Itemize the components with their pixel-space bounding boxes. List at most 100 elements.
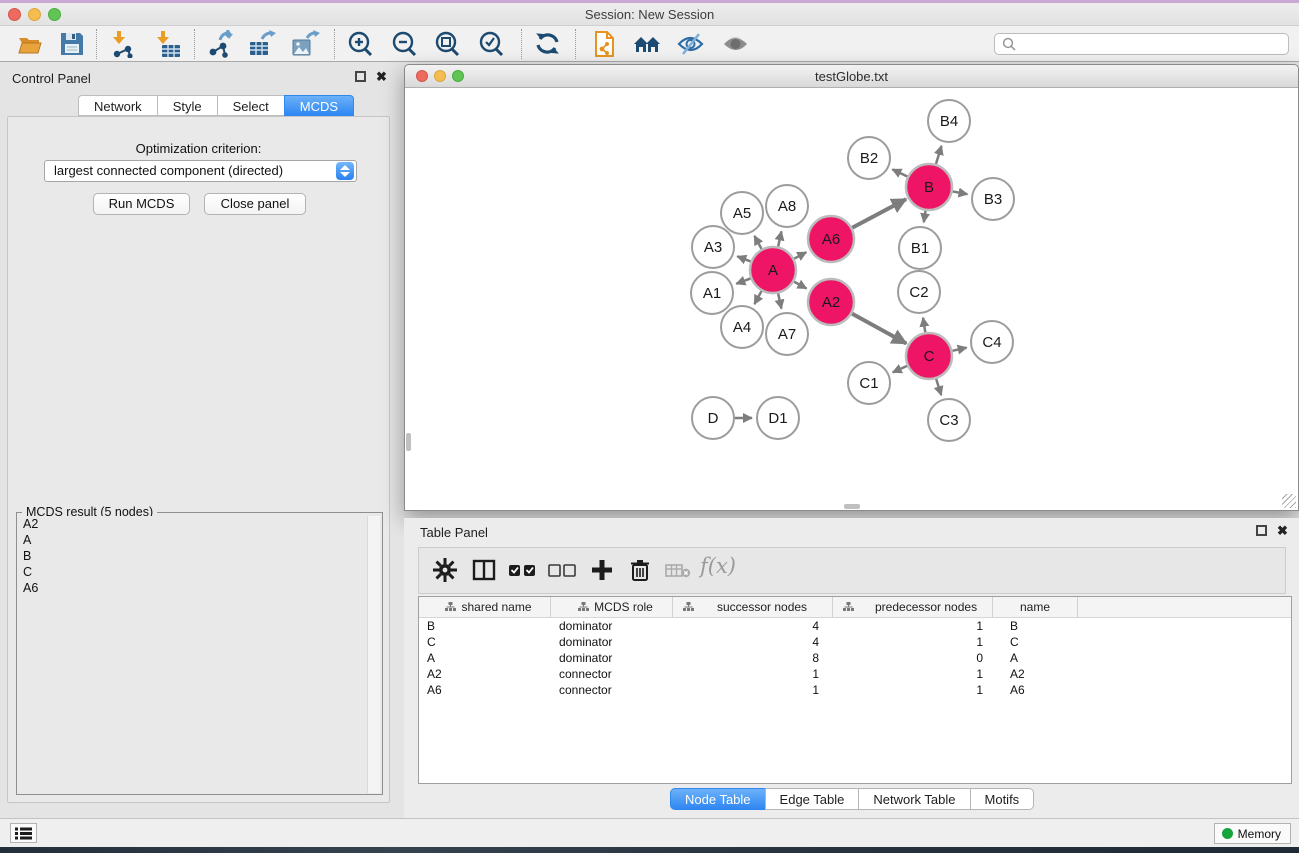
mcds-result-item[interactable]: B [19,548,369,564]
table-row[interactable]: Adominator80A [419,650,1291,666]
minimize-window-button[interactable] [28,8,41,21]
node-A5[interactable]: A5 [721,192,763,234]
edge-B-B1[interactable] [924,211,926,223]
edge-B-B3[interactable] [953,191,968,194]
show-columns-icon[interactable] [471,557,497,588]
node-C4[interactable]: C4 [971,321,1013,363]
edge-C-C3[interactable] [936,379,941,395]
hide-selection-icon[interactable] [676,30,706,58]
node-A2[interactable]: A2 [808,279,854,325]
zoom-window-button[interactable] [48,8,61,21]
node-C1[interactable]: C1 [848,362,890,404]
window-resize-grip[interactable] [1282,494,1296,508]
zoom-fit-icon[interactable] [433,30,463,58]
zoom-selected-icon[interactable] [477,30,507,58]
zoom-out-icon[interactable] [390,30,420,58]
node-B[interactable]: B [906,164,952,210]
column-header-mcds-role[interactable]: MCDS role [551,597,673,617]
apply-layout-icon[interactable] [533,30,563,58]
node-B2[interactable]: B2 [848,137,890,179]
tab-mcds[interactable]: MCDS [284,95,354,116]
column-header-predecessor-nodes[interactable]: predecessor nodes [833,597,993,617]
select-all-icon[interactable] [507,557,539,588]
tab-style[interactable]: Style [157,95,217,116]
table-row[interactable]: Bdominator41B [419,618,1291,634]
add-column-icon[interactable] [589,557,615,588]
mcds-result-list[interactable]: A2ABCA6 [19,516,369,793]
table-row[interactable]: Cdominator41C [419,634,1291,650]
edge-A6-B[interactable] [852,199,906,228]
tab-edge-table[interactable]: Edge Table [765,788,859,810]
tab-motifs[interactable]: Motifs [970,788,1035,810]
save-session-icon[interactable] [57,30,87,58]
edge-A-A3[interactable] [737,256,750,261]
node-A4[interactable]: A4 [721,306,763,348]
node-A[interactable]: A [750,247,796,293]
node-A8[interactable]: A8 [766,185,808,227]
node-A3[interactable]: A3 [692,226,734,268]
node-A1[interactable]: A1 [691,272,733,314]
float-table-panel-icon[interactable] [1256,525,1267,536]
edge-A-A6[interactable] [794,252,806,258]
close-panel-button[interactable]: Close panel [204,193,306,215]
close-panel-icon[interactable]: ✖ [376,71,387,82]
canvas-vertical-scrollbar[interactable] [406,433,411,451]
edge-A2-C[interactable] [852,314,906,344]
edge-C-C2[interactable] [923,318,925,333]
column-header-shared-name[interactable]: shared name [419,597,551,617]
mcds-result-item[interactable]: A2 [19,516,369,532]
new-network-from-selection-icon[interactable] [590,30,620,58]
deselect-all-icon[interactable] [547,557,579,588]
node-C2[interactable]: C2 [898,271,940,313]
network-window-titlebar[interactable]: testGlobe.txt [405,65,1298,88]
column-header-successor-nodes[interactable]: successor nodes [673,597,833,617]
run-mcds-button[interactable]: Run MCDS [93,193,190,215]
mcds-result-item[interactable]: A6 [19,580,369,596]
show-all-icon[interactable] [721,30,751,58]
node-C3[interactable]: C3 [928,399,970,441]
edge-C-C1[interactable] [893,366,907,372]
edge-A-A4[interactable] [754,291,761,304]
node-A7[interactable]: A7 [766,313,808,355]
import-network-icon[interactable] [108,30,138,58]
zoom-in-icon[interactable] [346,30,376,58]
tab-network-table[interactable]: Network Table [858,788,969,810]
edge-A-A7[interactable] [778,293,781,308]
table-row[interactable]: A2connector11A2 [419,666,1291,682]
search-input[interactable] [994,33,1289,55]
edge-A-A2[interactable] [794,282,806,289]
node-D1[interactable]: D1 [757,397,799,439]
tab-node-table[interactable]: Node Table [670,788,765,810]
network-graph[interactable]: B4B2BB3A5A8A6B1A3AA1C2A2A4A7C4CC1C3DD1 [406,89,1297,510]
edge-B-B2[interactable] [892,169,907,176]
close-window-button[interactable] [8,8,21,21]
node-C[interactable]: C [906,333,952,379]
table-row[interactable]: A6connector11A6 [419,682,1291,698]
optimization-criterion-select[interactable]: largest connected component (directed) [44,160,357,182]
export-network-icon[interactable] [206,30,236,58]
edge-A-A1[interactable] [736,278,750,283]
canvas-horizontal-scrollbar[interactable] [844,504,860,509]
node-D[interactable]: D [692,397,734,439]
show-panels-list-button[interactable] [10,823,37,843]
open-session-icon[interactable] [16,30,46,58]
edge-B-B4[interactable] [936,146,941,164]
float-panel-icon[interactable] [355,71,366,82]
edge-A-A5[interactable] [754,236,761,249]
network-close-button[interactable] [416,70,428,82]
node-B1[interactable]: B1 [899,227,941,269]
tab-network[interactable]: Network [78,95,157,116]
network-canvas[interactable]: B4B2BB3A5A8A6B1A3AA1C2A2A4A7C4CC1C3DD1 [406,89,1297,510]
mcds-result-item[interactable]: C [19,564,369,580]
network-minimize-button[interactable] [434,70,446,82]
column-header-name[interactable]: name [993,597,1078,617]
edge-A-A8[interactable] [778,231,781,246]
node-A6[interactable]: A6 [808,216,854,262]
memory-button[interactable]: Memory [1214,823,1291,844]
export-image-icon[interactable] [291,30,321,58]
edge-C-C4[interactable] [952,348,966,351]
first-neighbors-icon[interactable] [632,30,662,58]
mcds-result-scrollbar[interactable] [367,516,380,793]
settings-gear-icon[interactable] [432,557,458,588]
node-B3[interactable]: B3 [972,178,1014,220]
